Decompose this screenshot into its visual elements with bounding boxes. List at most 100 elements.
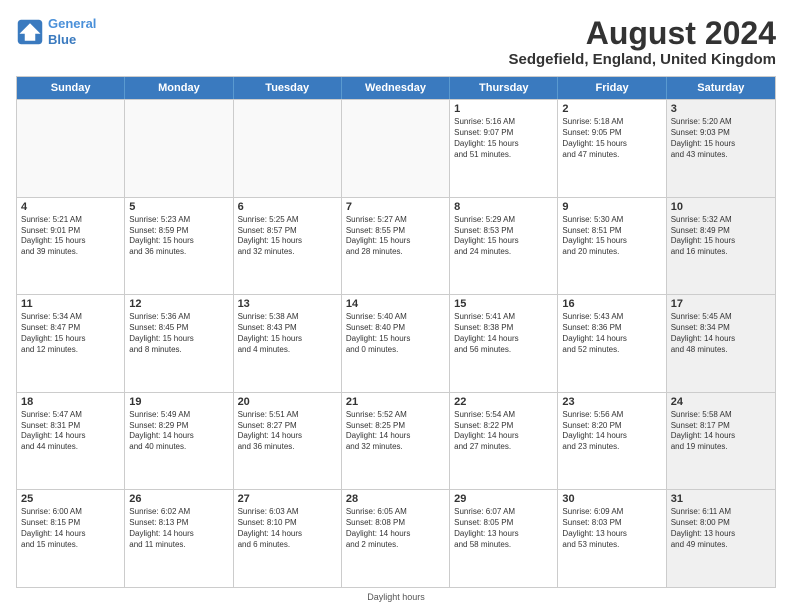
day-details: Sunrise: 5:49 AM Sunset: 8:29 PM Dayligh… bbox=[129, 410, 228, 453]
calendar-day-header: Monday bbox=[125, 77, 233, 99]
day-number: 31 bbox=[671, 493, 771, 505]
day-details: Sunrise: 5:23 AM Sunset: 8:59 PM Dayligh… bbox=[129, 215, 228, 258]
table-row: 4 Sunrise: 5:21 AM Sunset: 9:01 PM Daylig… bbox=[17, 198, 125, 295]
day-details: Sunrise: 5:20 AM Sunset: 9:03 PM Dayligh… bbox=[671, 117, 771, 160]
day-details: Sunrise: 5:18 AM Sunset: 9:05 PM Dayligh… bbox=[562, 117, 661, 160]
day-details: Sunrise: 5:25 AM Sunset: 8:57 PM Dayligh… bbox=[238, 215, 337, 258]
calendar-day-header: Thursday bbox=[450, 77, 558, 99]
day-number: 27 bbox=[238, 493, 337, 505]
table-row: 19 Sunrise: 5:49 AM Sunset: 8:29 PM Dayli… bbox=[125, 393, 233, 490]
day-details: Sunrise: 6:00 AM Sunset: 8:15 PM Dayligh… bbox=[21, 507, 120, 550]
day-number: 8 bbox=[454, 201, 553, 213]
day-number: 3 bbox=[671, 103, 771, 115]
table-row: 8Sunrise: 5:29 AM Sunset: 8:53 PM Daylig… bbox=[450, 198, 558, 295]
calendar-week-row: 1 Sunrise: 5:16 AM Sunset: 9:07 PM Daylig… bbox=[17, 99, 775, 197]
day-details: Sunrise: 5:27 AM Sunset: 8:55 PM Dayligh… bbox=[346, 215, 445, 258]
day-number: 7 bbox=[346, 201, 445, 213]
day-number: 11 bbox=[21, 298, 120, 310]
table-row: 15 Sunrise: 5:41 AM Sunset: 8:38 PM Dayli… bbox=[450, 295, 558, 392]
calendar-week-row: 25Sunrise: 6:00 AM Sunset: 8:15 PM Dayli… bbox=[17, 489, 775, 587]
day-details: Sunrise: 5:51 AM Sunset: 8:27 PM Dayligh… bbox=[238, 410, 337, 453]
day-details: Sunrise: 6:03 AM Sunset: 8:10 PM Dayligh… bbox=[238, 507, 337, 550]
table-row: 14Sunrise: 5:40 AM Sunset: 8:40 PM Dayli… bbox=[342, 295, 450, 392]
day-number: 2 bbox=[562, 103, 661, 115]
day-details: Sunrise: 6:09 AM Sunset: 8:03 PM Dayligh… bbox=[562, 507, 661, 550]
logo: General Blue bbox=[16, 16, 96, 47]
table-row: 29 Sunrise: 6:07 AM Sunset: 8:05 PM Dayli… bbox=[450, 490, 558, 587]
table-row bbox=[17, 100, 125, 197]
calendar-body: 1 Sunrise: 5:16 AM Sunset: 9:07 PM Daylig… bbox=[17, 99, 775, 587]
day-number: 6 bbox=[238, 201, 337, 213]
day-number: 20 bbox=[238, 396, 337, 408]
day-number: 15 bbox=[454, 298, 553, 310]
table-row: 23 Sunrise: 5:56 AM Sunset: 8:20 PM Dayli… bbox=[558, 393, 666, 490]
table-row bbox=[125, 100, 233, 197]
day-number: 29 bbox=[454, 493, 553, 505]
table-row: 20 Sunrise: 5:51 AM Sunset: 8:27 PM Dayli… bbox=[234, 393, 342, 490]
table-row: 6 Sunrise: 5:25 AM Sunset: 8:57 PM Daylig… bbox=[234, 198, 342, 295]
calendar-day-header: Sunday bbox=[17, 77, 125, 99]
day-details: Sunrise: 5:38 AM Sunset: 8:43 PM Dayligh… bbox=[238, 312, 337, 355]
day-number: 4 bbox=[21, 201, 120, 213]
day-details: Sunrise: 5:32 AM Sunset: 8:49 PM Dayligh… bbox=[671, 215, 771, 258]
day-number: 1 bbox=[454, 103, 553, 115]
calendar-header: SundayMondayTuesdayWednesdayThursdayFrid… bbox=[17, 77, 775, 99]
table-row: 17Sunrise: 5:45 AM Sunset: 8:34 PM Dayli… bbox=[667, 295, 775, 392]
table-row: 7 Sunrise: 5:27 AM Sunset: 8:55 PM Daylig… bbox=[342, 198, 450, 295]
day-details: Sunrise: 5:16 AM Sunset: 9:07 PM Dayligh… bbox=[454, 117, 553, 160]
calendar-day-header: Saturday bbox=[667, 77, 775, 99]
title-area: August 2024 Sedgefield, England, United … bbox=[508, 16, 776, 68]
table-row: 5 Sunrise: 5:23 AM Sunset: 8:59 PM Daylig… bbox=[125, 198, 233, 295]
table-row: 30 Sunrise: 6:09 AM Sunset: 8:03 PM Dayli… bbox=[558, 490, 666, 587]
calendar-week-row: 11Sunrise: 5:34 AM Sunset: 8:47 PM Dayli… bbox=[17, 294, 775, 392]
table-row: 22Sunrise: 5:54 AM Sunset: 8:22 PM Dayli… bbox=[450, 393, 558, 490]
table-row: 27 Sunrise: 6:03 AM Sunset: 8:10 PM Dayli… bbox=[234, 490, 342, 587]
day-details: Sunrise: 5:47 AM Sunset: 8:31 PM Dayligh… bbox=[21, 410, 120, 453]
day-number: 5 bbox=[129, 201, 228, 213]
day-number: 18 bbox=[21, 396, 120, 408]
main-title: August 2024 bbox=[508, 16, 776, 51]
day-details: Sunrise: 5:36 AM Sunset: 8:45 PM Dayligh… bbox=[129, 312, 228, 355]
day-number: 12 bbox=[129, 298, 228, 310]
day-number: 23 bbox=[562, 396, 661, 408]
header: General Blue August 2024 Sedgefield, Eng… bbox=[16, 16, 776, 68]
day-number: 30 bbox=[562, 493, 661, 505]
table-row: 16 Sunrise: 5:43 AM Sunset: 8:36 PM Dayli… bbox=[558, 295, 666, 392]
table-row: 21Sunrise: 5:52 AM Sunset: 8:25 PM Dayli… bbox=[342, 393, 450, 490]
day-details: Sunrise: 5:41 AM Sunset: 8:38 PM Dayligh… bbox=[454, 312, 553, 355]
day-details: Sunrise: 5:30 AM Sunset: 8:51 PM Dayligh… bbox=[562, 215, 661, 258]
table-row bbox=[342, 100, 450, 197]
calendar-week-row: 18 Sunrise: 5:47 AM Sunset: 8:31 PM Dayli… bbox=[17, 392, 775, 490]
day-number: 16 bbox=[562, 298, 661, 310]
calendar-week-row: 4 Sunrise: 5:21 AM Sunset: 9:01 PM Daylig… bbox=[17, 197, 775, 295]
calendar-day-header: Tuesday bbox=[234, 77, 342, 99]
day-number: 22 bbox=[454, 396, 553, 408]
day-details: Sunrise: 6:11 AM Sunset: 8:00 PM Dayligh… bbox=[671, 507, 771, 550]
table-row: 1 Sunrise: 5:16 AM Sunset: 9:07 PM Daylig… bbox=[450, 100, 558, 197]
subtitle: Sedgefield, England, United Kingdom bbox=[508, 51, 776, 68]
day-details: Sunrise: 6:07 AM Sunset: 8:05 PM Dayligh… bbox=[454, 507, 553, 550]
table-row: 28Sunrise: 6:05 AM Sunset: 8:08 PM Dayli… bbox=[342, 490, 450, 587]
calendar: SundayMondayTuesdayWednesdayThursdayFrid… bbox=[16, 76, 776, 588]
day-number: 10 bbox=[671, 201, 771, 213]
table-row: 31 Sunrise: 6:11 AM Sunset: 8:00 PM Dayli… bbox=[667, 490, 775, 587]
day-number: 19 bbox=[129, 396, 228, 408]
day-details: Sunrise: 5:40 AM Sunset: 8:40 PM Dayligh… bbox=[346, 312, 445, 355]
table-row bbox=[234, 100, 342, 197]
table-row: 24Sunrise: 5:58 AM Sunset: 8:17 PM Dayli… bbox=[667, 393, 775, 490]
day-details: Sunrise: 5:56 AM Sunset: 8:20 PM Dayligh… bbox=[562, 410, 661, 453]
day-number: 26 bbox=[129, 493, 228, 505]
logo-text: General Blue bbox=[48, 16, 96, 47]
calendar-day-header: Friday bbox=[558, 77, 666, 99]
day-number: 13 bbox=[238, 298, 337, 310]
day-details: Sunrise: 5:43 AM Sunset: 8:36 PM Dayligh… bbox=[562, 312, 661, 355]
day-details: Sunrise: 5:21 AM Sunset: 9:01 PM Dayligh… bbox=[21, 215, 120, 258]
day-number: 9 bbox=[562, 201, 661, 213]
day-details: Sunrise: 6:02 AM Sunset: 8:13 PM Dayligh… bbox=[129, 507, 228, 550]
table-row: 25Sunrise: 6:00 AM Sunset: 8:15 PM Dayli… bbox=[17, 490, 125, 587]
day-number: 28 bbox=[346, 493, 445, 505]
table-row: 13 Sunrise: 5:38 AM Sunset: 8:43 PM Dayli… bbox=[234, 295, 342, 392]
table-row: 18 Sunrise: 5:47 AM Sunset: 8:31 PM Dayli… bbox=[17, 393, 125, 490]
logo-icon bbox=[16, 18, 44, 46]
day-number: 17 bbox=[671, 298, 771, 310]
